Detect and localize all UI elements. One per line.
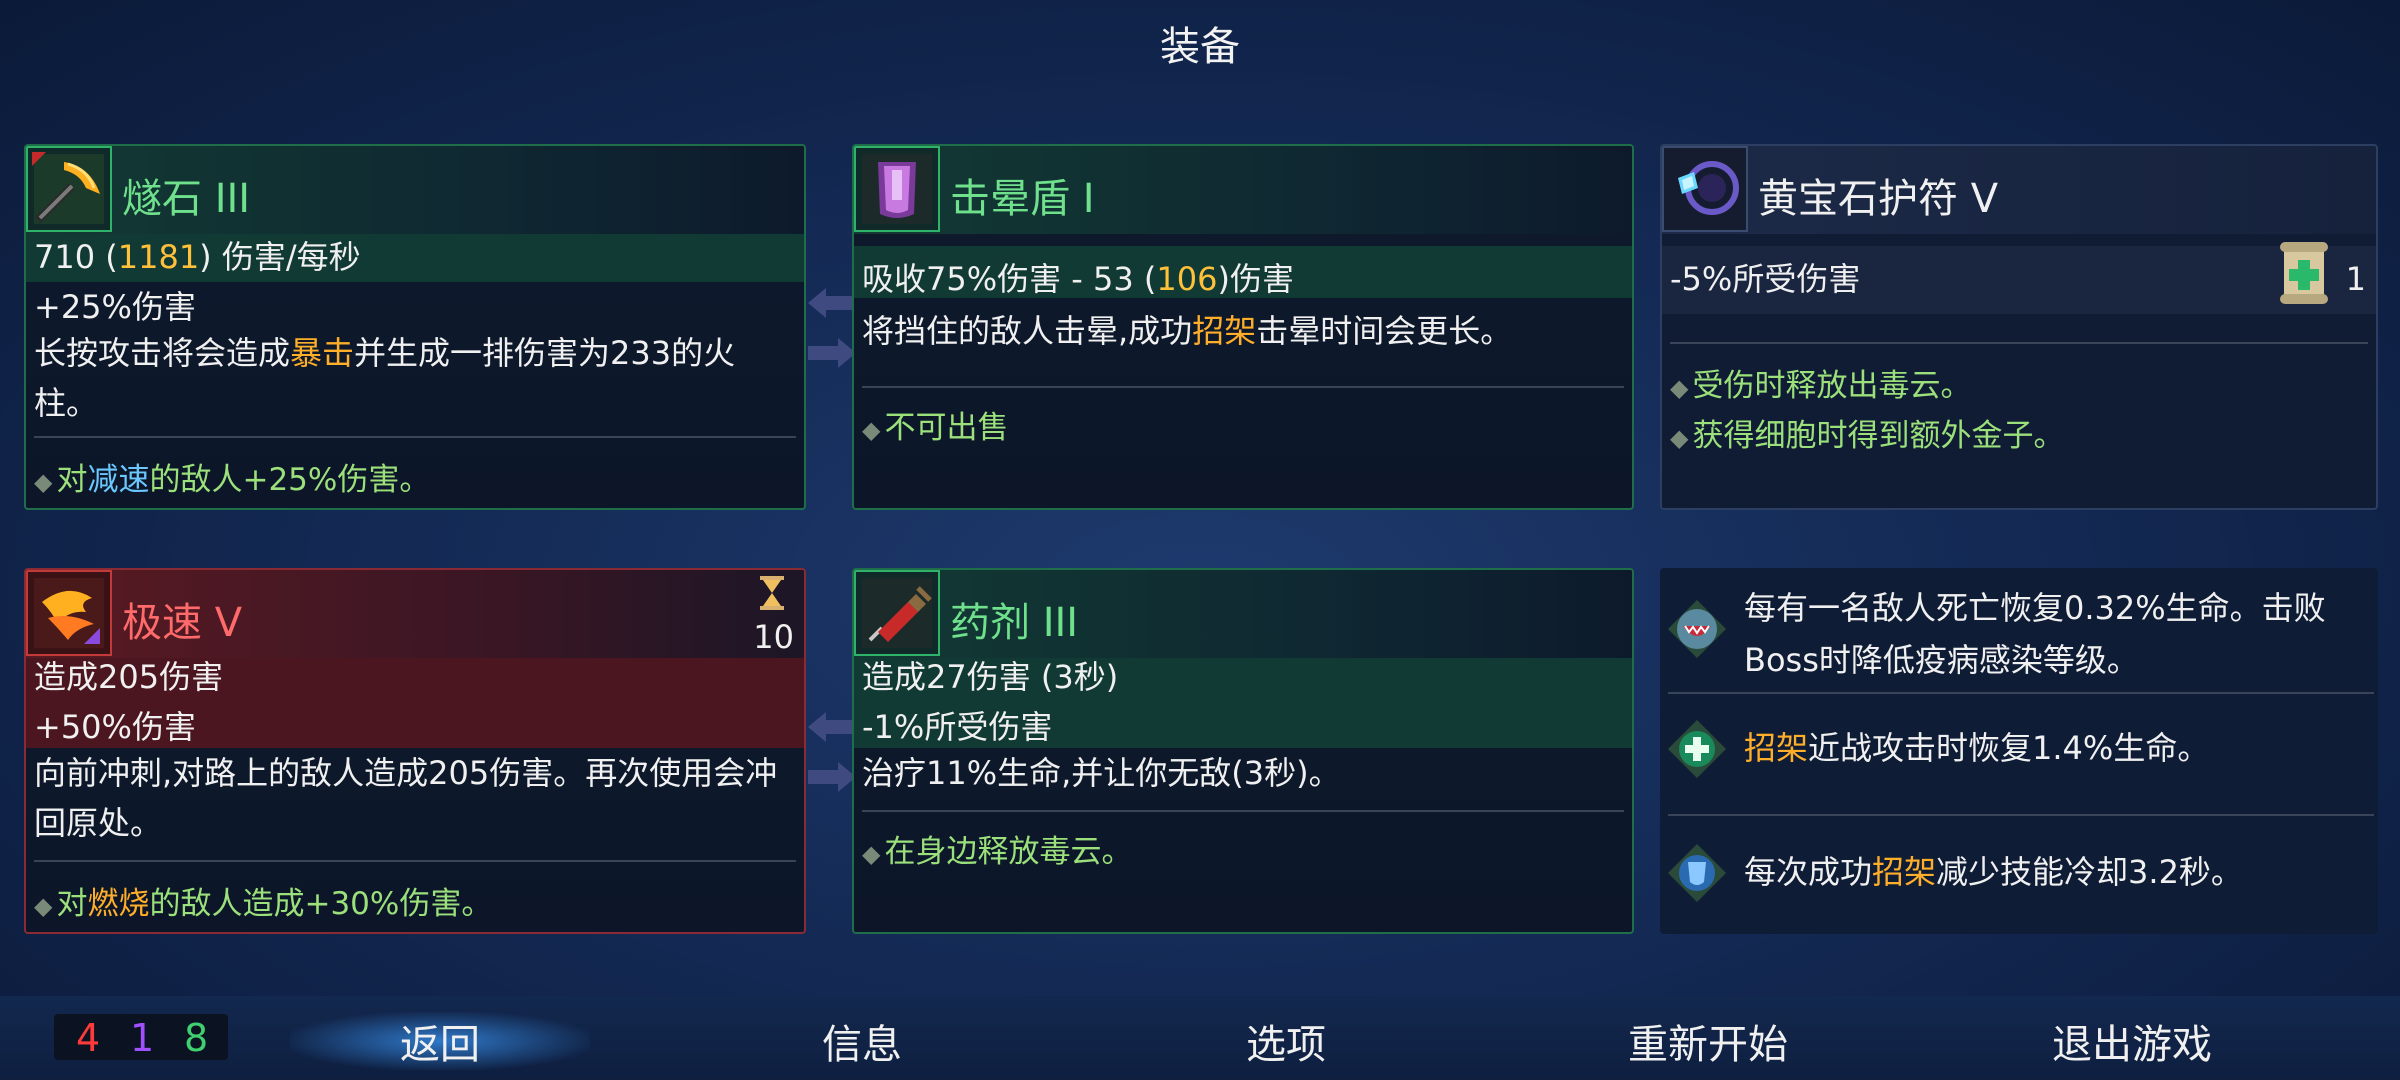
- mutation-row[interactable]: 每次成功招架减少技能冷却3.2秒。: [1662, 818, 2376, 934]
- swap-left-arrow-icon[interactable]: [808, 286, 856, 320]
- cooldown-value: 10: [753, 618, 794, 656]
- damage-bonus-stat: +50%伤害: [34, 708, 196, 746]
- item-name: 极速 V: [122, 600, 243, 646]
- item-name: 药剂 III: [950, 600, 1079, 646]
- scroll-count: 1: [2345, 260, 2366, 298]
- skill-card-primary[interactable]: 极速 V 10 造成205伤害 +50%伤害 向前冲刺,对路上的敌人造成205伤…: [24, 568, 806, 934]
- item-affix: ◆ 不可出售: [862, 410, 1009, 446]
- item-description: 治疗11%生命,并让你无敌(3秒)。: [862, 754, 1341, 792]
- scroll-counters: 4 1 8: [54, 1014, 228, 1060]
- weapon-card-primary[interactable]: 燧石 III 710 (1181) 伤害/每秒 +25%伤害 长按攻击将会造成暴…: [24, 144, 806, 510]
- item-description: 将挡住的敌人击晕,成功招架击晕时间会更长。: [862, 312, 1513, 350]
- flint-pickaxe-icon: [26, 146, 112, 232]
- parry-cooldown-icon: [1668, 844, 1726, 902]
- mutation-row[interactable]: 每有一名敌人死亡恢复0.32%生命。击败Boss时降低疫病感染等级。: [1662, 574, 2376, 690]
- stun-shield-icon: [854, 146, 940, 232]
- swap-right-arrow-icon[interactable]: [808, 336, 856, 370]
- damage-stat: 造成205伤害: [34, 658, 224, 696]
- brutality-count: 4: [76, 1016, 101, 1060]
- swap-left-arrow-icon[interactable]: [808, 710, 856, 744]
- item-name: 击晕盾 I: [950, 176, 1095, 222]
- item-description: 向前冲刺,对路上的敌人造成205伤害。再次使用会冲回原处。: [34, 754, 778, 842]
- topaz-amulet-icon: [1662, 146, 1748, 232]
- amulet-affix-1: ◆ 受伤时释放出毒云。: [1670, 368, 1972, 404]
- monster-mouth-icon: [1668, 600, 1726, 658]
- syringe-potion-icon: [854, 570, 940, 656]
- item-affix: ◆ 对燃烧的敌人造成+30%伤害。: [34, 886, 493, 922]
- mutation-row[interactable]: 招架近战攻击时恢复1.4%生命。: [1662, 696, 2376, 812]
- screen-title: 装备: [1160, 24, 1240, 70]
- item-description: 长按攻击将会造成暴击并生成一排伤害为233的火柱。: [34, 334, 736, 422]
- survival-count: 8: [184, 1016, 209, 1060]
- speed-skill-icon: [26, 570, 112, 656]
- options-button[interactable]: 选项: [1136, 1012, 1436, 1070]
- quit-game-button[interactable]: 退出游戏: [1982, 1012, 2282, 1070]
- parry-heal-icon: [1668, 720, 1726, 778]
- damage-bonus-stat: +25%伤害: [34, 288, 196, 326]
- damage-reduction-stat: -5%所受伤害: [1670, 260, 1861, 298]
- damage-stat: 造成27伤害 (3秒): [862, 658, 1119, 696]
- tactics-count: 1: [130, 1016, 155, 1060]
- item-affix: ◆ 在身边释放毒云。: [862, 834, 1133, 870]
- amulet-affix-2: ◆ 获得细胞时得到额外金子。: [1670, 418, 2065, 454]
- scroll-icon: [2280, 242, 2328, 304]
- dps-stat: 710 (1181) 伤害/每秒: [34, 238, 361, 276]
- item-affix: ◆ 对减速的敌人+25%伤害。: [34, 462, 431, 498]
- back-button[interactable]: 返回: [290, 1012, 590, 1070]
- amulet-card[interactable]: 黄宝石护符 V -5%所受伤害 1 ◆ 受伤时释放出毒云。 ◆ 获得细胞时得到额外金…: [1660, 144, 2378, 510]
- swap-right-arrow-icon[interactable]: [808, 760, 856, 794]
- item-name: 燧石 III: [122, 176, 251, 222]
- weapon-card-secondary[interactable]: 击晕盾 I 吸收75%伤害 - 53 (106)伤害 将挡住的敌人击晕,成功招架…: [852, 144, 1634, 510]
- info-button[interactable]: 信息: [712, 1012, 1012, 1070]
- absorb-stat: 吸收75%伤害 - 53 (106)伤害: [862, 260, 1294, 298]
- restart-button[interactable]: 重新开始: [1558, 1012, 1858, 1070]
- item-name: 黄宝石护符 V: [1758, 176, 1999, 222]
- damage-reduction-stat: -1%所受伤害: [862, 708, 1053, 746]
- skill-card-secondary[interactable]: 药剂 III 造成27伤害 (3秒) -1%所受伤害 治疗11%生命,并让你无敌…: [852, 568, 1634, 934]
- hourglass-icon: [760, 576, 784, 610]
